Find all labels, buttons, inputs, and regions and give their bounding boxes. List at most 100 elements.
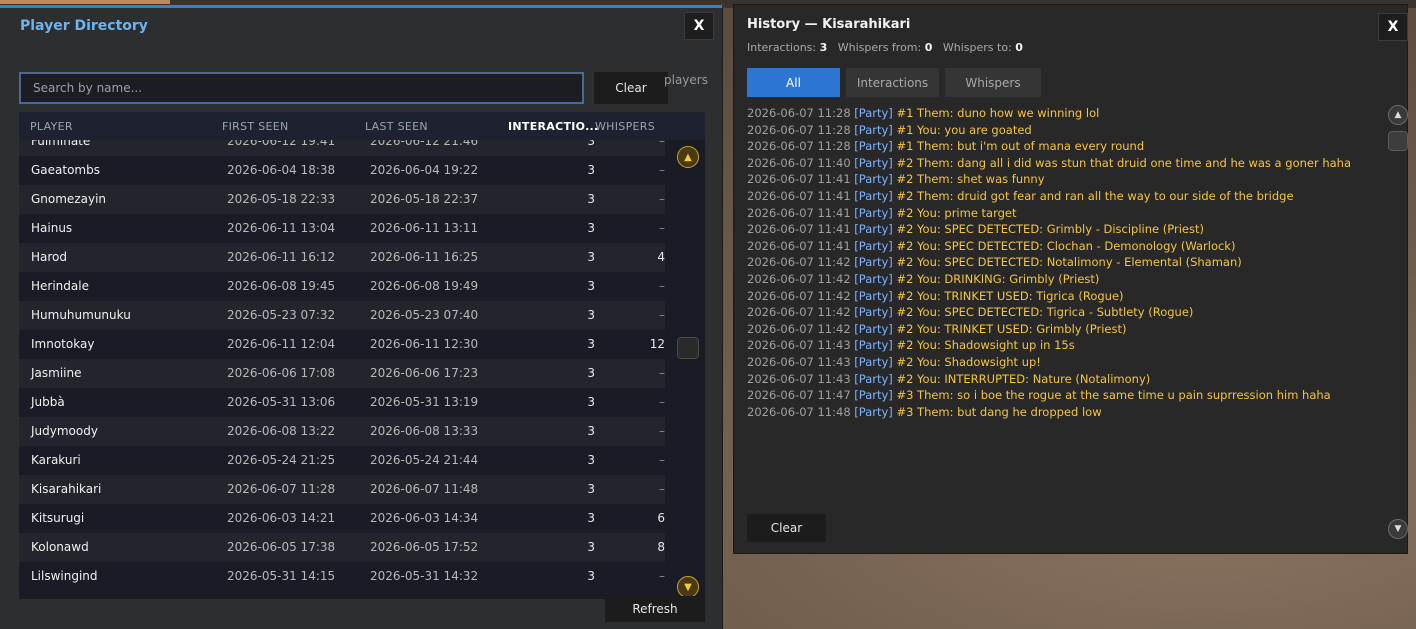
log-timestamp: 2026-06-07 11:47 <box>747 388 851 403</box>
history-stats: Interactions: 3 Whispers from: 0 Whisper… <box>747 41 1023 54</box>
table-row[interactable]: Herindale 2026-06-08 19:45 2026-06-08 19:4… <box>19 272 665 301</box>
directory-scrollbar[interactable]: ▲ ▼ <box>676 140 700 600</box>
log-message: #2 Them: shet was funny <box>896 172 1045 187</box>
first-seen-cell: 2026-06-11 13:04 <box>227 221 336 235</box>
players-hint-text: players <box>664 73 708 87</box>
log-line: 2026-06-07 11:42 [Party] #2 You: SPEC DE… <box>747 254 1387 271</box>
last-seen-cell: 2026-06-05 17:52 <box>370 540 479 554</box>
log-channel: [Party] <box>854 288 893 303</box>
history-log: 2026-06-07 11:28 [Party] #1 Them: duno h… <box>747 105 1387 420</box>
log-line: 2026-06-07 11:43 [Party] #2 You: Shadows… <box>747 337 1387 354</box>
whispers-cell: – <box>659 482 665 496</box>
directory-close-button[interactable]: X <box>684 12 714 40</box>
search-clear-button[interactable]: Clear <box>594 72 668 104</box>
table-row[interactable]: Lilswingind 2026-05-31 14:15 2026-05-31 14… <box>19 562 665 591</box>
table-row[interactable]: Gaeatombs 2026-06-04 18:38 2026-06-04 19:2… <box>19 156 665 185</box>
table-row[interactable]: Humuhumunuku 2026-05-23 07:32 2026-05-23 0… <box>19 301 665 330</box>
interactions-cell: 3 <box>587 511 595 525</box>
table-row[interactable]: Jubbà 2026-05-31 13:06 2026-05-31 13:19 3 – <box>19 388 665 417</box>
scroll-up-arrow-icon[interactable]: ▲ <box>677 146 699 168</box>
last-seen-cell: 2026-06-04 19:22 <box>370 163 479 177</box>
last-seen-cell: 2026-06-08 13:33 <box>370 424 479 438</box>
log-message: #2 You: prime target <box>896 205 1017 220</box>
log-channel: [Party] <box>854 271 893 286</box>
column-whispers[interactable]: WHISPERS <box>595 120 655 133</box>
interactions-cell: 3 <box>587 366 595 380</box>
column-player[interactable]: PLAYER <box>30 120 73 133</box>
history-clear-button[interactable]: Clear <box>747 514 826 542</box>
table-row[interactable]: Gnomezayin 2026-05-18 22:33 2026-05-18 22:… <box>19 185 665 214</box>
interactions-cell: 3 <box>587 192 595 206</box>
player-name-cell: Herindale <box>31 279 89 293</box>
whispers-cell: – <box>659 279 665 293</box>
directory-scroll-thumb[interactable] <box>677 337 699 359</box>
player-name-cell: Kitsurugi <box>31 511 85 525</box>
log-line: 2026-06-07 11:41 [Party] #2 You: SPEC DE… <box>747 238 1387 255</box>
table-row[interactable]: Harod 2026-06-11 16:12 2026-06-11 16:25 3 4 <box>19 243 665 272</box>
log-timestamp: 2026-06-07 11:28 <box>747 106 851 120</box>
log-message: #3 Them: but dang he dropped low <box>896 404 1102 419</box>
column-first-seen[interactable]: FIRST SEEN <box>222 120 289 133</box>
whispers-cell: – <box>659 424 665 438</box>
column-interactions[interactable]: INTERACTIO... <box>508 120 599 133</box>
log-timestamp: 2026-06-07 11:42 <box>747 255 851 270</box>
column-last-seen[interactable]: LAST SEEN <box>365 120 428 133</box>
log-line: 2026-06-07 11:47 [Party] #3 Them: so i b… <box>747 387 1387 404</box>
whispers-cell: 12 <box>649 337 665 351</box>
log-line: 2026-06-07 11:42 [Party] #2 You: TRINKET… <box>747 321 1387 338</box>
log-message: #2 You: SPEC DETECTED: Tigrica - Subtlet… <box>896 305 1194 320</box>
tab-whispers[interactable]: Whispers <box>945 68 1041 97</box>
player-name-cell: Humuhumunuku <box>31 308 131 322</box>
table-header: PLAYER FIRST SEEN LAST SEEN INTERACTIO..… <box>19 112 705 140</box>
log-message: #2 You: TRINKET USED: Grimbly (Priest) <box>896 321 1127 336</box>
last-seen-cell: 2026-05-18 22:37 <box>370 192 479 206</box>
history-scroll-thumb[interactable] <box>1388 131 1408 151</box>
table-row[interactable]: Karakuri 2026-05-24 21:25 2026-05-24 21:44… <box>19 446 665 475</box>
log-line: 2026-06-07 11:41 [Party] #2 You: SPEC DE… <box>747 221 1387 238</box>
table-row[interactable]: Judymoody 2026-06-08 13:22 2026-06-08 13:3… <box>19 417 665 446</box>
interactions-cell: 3 <box>587 453 595 467</box>
first-seen-cell: 2026-06-11 12:04 <box>227 337 336 351</box>
log-line: 2026-06-07 11:48 [Party] #3 Them: but da… <box>747 404 1387 421</box>
table-row[interactable]: Imnotokay 2026-06-11 12:04 2026-06-11 12:3… <box>19 330 665 359</box>
interactions-cell: 3 <box>587 540 595 554</box>
log-channel: [Party] <box>854 321 893 336</box>
log-channel: [Party] <box>854 338 893 353</box>
log-timestamp: 2026-06-07 11:43 <box>747 354 851 369</box>
log-message: #1 Them: duno how we winning lol <box>896 106 1100 120</box>
tab-all[interactable]: All <box>747 68 840 97</box>
history-close-button[interactable]: X <box>1378 13 1408 41</box>
table-body: Fulminate 2026-06-12 19:41 2026-06-12 21:4… <box>19 140 665 599</box>
table-row[interactable]: Jasmiine 2026-06-06 17:08 2026-06-06 17:23… <box>19 359 665 388</box>
search-input[interactable] <box>19 72 584 104</box>
log-channel: [Party] <box>854 106 893 120</box>
interactions-cell: 3 <box>587 569 595 583</box>
log-channel: [Party] <box>854 172 893 187</box>
player-name-cell: Jasmiine <box>31 366 82 380</box>
table-row[interactable]: Hainus 2026-06-11 13:04 2026-06-11 13:11 3 – <box>19 214 665 243</box>
table-row[interactable]: Fulminate 2026-06-12 19:41 2026-06-12 21:4… <box>19 140 665 156</box>
player-name-cell: Kolonawd <box>31 540 89 554</box>
table-row[interactable]: Kitsurugi 2026-06-03 14:21 2026-06-03 14:3… <box>19 504 665 533</box>
log-channel: [Party] <box>854 139 893 154</box>
history-scroll-down-icon[interactable]: ▼ <box>1388 519 1408 539</box>
history-scroll-up-icon[interactable]: ▲ <box>1388 105 1408 125</box>
interactions-cell: 3 <box>587 163 595 177</box>
top-strip-accent <box>0 0 170 4</box>
scroll-down-arrow-icon[interactable]: ▼ <box>677 576 699 598</box>
whispers-cell: 8 <box>657 540 665 554</box>
log-channel: [Party] <box>854 155 893 170</box>
first-seen-cell: 2026-06-06 17:08 <box>227 366 336 380</box>
table-row[interactable]: Kolonawd 2026-06-05 17:38 2026-06-05 17:52… <box>19 533 665 562</box>
interactions-cell: 3 <box>587 221 595 235</box>
refresh-button[interactable]: Refresh <box>605 596 705 622</box>
player-name-cell: Karakuri <box>31 453 81 467</box>
whispers-cell: – <box>659 395 665 409</box>
table-row[interactable]: Kisarahikari 2026-06-07 11:28 2026-06-07 1… <box>19 475 665 504</box>
log-line: 2026-06-07 11:28 [Party] #1 Them: but i'… <box>747 138 1387 155</box>
log-channel: [Party] <box>854 205 893 220</box>
first-seen-cell: 2026-06-07 11:28 <box>227 482 336 496</box>
tab-interactions[interactable]: Interactions <box>846 68 939 97</box>
player-name-cell: Gaeatombs <box>31 163 100 177</box>
last-seen-cell: 2026-06-11 13:11 <box>370 221 479 235</box>
